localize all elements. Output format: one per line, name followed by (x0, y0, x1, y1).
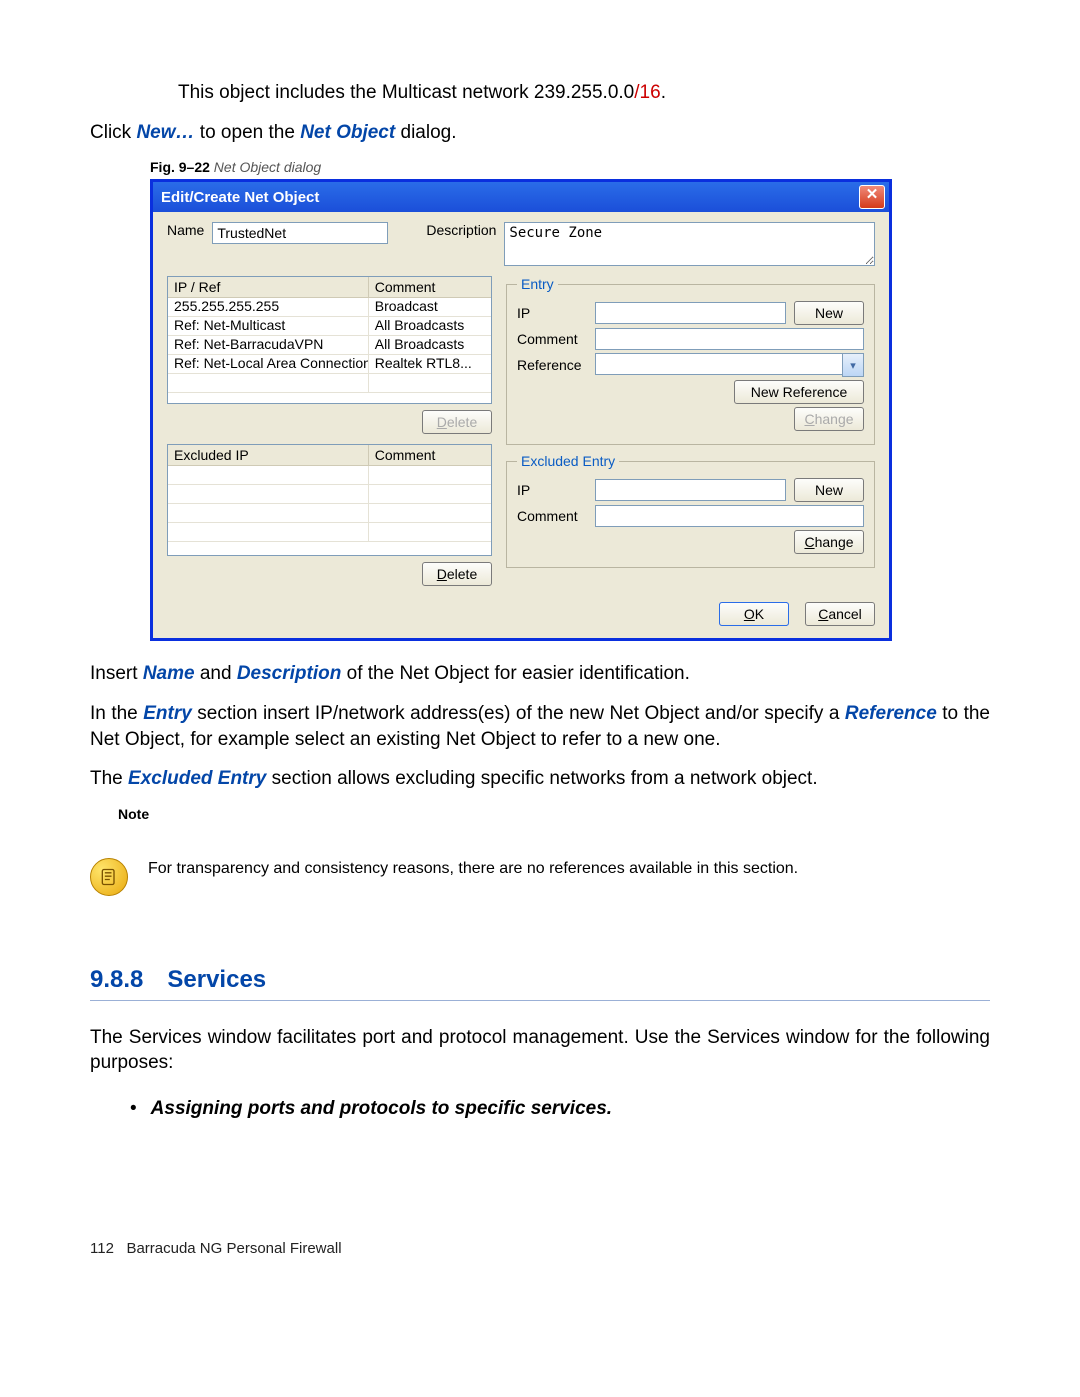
close-icon[interactable]: ✕ (859, 185, 885, 209)
ip-input[interactable] (595, 302, 786, 324)
note-heading: Note (118, 806, 990, 822)
table-row[interactable]: Ref: Net-BarracudaVPN All Broadcasts (168, 336, 491, 355)
ip-label: IP (517, 305, 587, 321)
excluded-entry-fieldset: Excluded Entry IP New Comment Change (506, 453, 875, 568)
section-heading: 9.8.8 Services (90, 966, 990, 1001)
change-button[interactable]: Change (794, 407, 864, 431)
services-intro-para: The Services window facilitates port and… (90, 1025, 990, 1076)
new-button[interactable]: New (794, 478, 864, 502)
excluded-ip-input[interactable] (595, 479, 786, 501)
comment-label: Comment (517, 331, 587, 347)
description-input[interactable]: Secure Zone (504, 222, 875, 266)
bullet-item: • Assigning ports and protocols to speci… (130, 1098, 990, 1120)
table-row[interactable]: Ref: Net-Local Area Connection Realtek R… (168, 355, 491, 374)
insert-name-desc-para: Insert Name and Description of the Net O… (90, 661, 990, 687)
chevron-down-icon[interactable]: ▾ (842, 353, 864, 377)
titlebar: Edit/Create Net Object ✕ (153, 182, 889, 212)
col-comment[interactable]: Comment (369, 277, 491, 297)
table-row[interactable]: Ref: Net-Multicast All Broadcasts (168, 317, 491, 336)
col-excluded-ip[interactable]: Excluded IP (168, 445, 369, 465)
note-block: For transparency and consistency reasons… (90, 858, 990, 896)
footer-title: Barracuda NG Personal Firewall (126, 1240, 341, 1257)
delete-button[interactable]: Delete (422, 562, 492, 586)
comment-input[interactable] (595, 328, 864, 350)
name-label: Name (167, 222, 204, 238)
excluded-legend: Excluded Entry (517, 453, 619, 469)
change-button[interactable]: Change (794, 530, 864, 554)
excluded-ip-table[interactable]: Excluded IP Comment (167, 444, 492, 556)
new-reference-button[interactable]: New Reference (734, 380, 864, 404)
page-number: 112 (90, 1240, 114, 1257)
reference-label: Reference (517, 357, 587, 373)
intro-click-new: Click New… to open the Net Object dialog… (90, 120, 990, 146)
excluded-comment-input[interactable] (595, 505, 864, 527)
reference-combo[interactable]: ▾ (595, 353, 864, 377)
note-icon (90, 858, 128, 896)
description-label: Description (426, 222, 496, 238)
section-number: 9.8.8 (90, 966, 143, 993)
table-row[interactable] (168, 523, 491, 542)
table-row[interactable] (168, 374, 491, 393)
name-input[interactable] (212, 222, 388, 244)
cancel-button[interactable]: Cancel (805, 602, 875, 626)
entry-legend: Entry (517, 276, 558, 292)
ip-ref-table[interactable]: IP / Ref Comment 255.255.255.255 Broadca… (167, 276, 492, 404)
table-row[interactable] (168, 485, 491, 504)
reference-input[interactable] (595, 353, 842, 375)
table-row[interactable] (168, 466, 491, 485)
entry-fieldset: Entry IP New Comment Reference (506, 276, 875, 445)
intro-multicast-line: This object includes the Multicast netwo… (90, 80, 990, 106)
dialog-title: Edit/Create Net Object (161, 189, 859, 206)
ip-label: IP (517, 482, 587, 498)
net-object-dialog: Edit/Create Net Object ✕ Name Descriptio… (150, 179, 892, 641)
delete-button[interactable]: DDeleteelete (422, 410, 492, 434)
comment-label: Comment (517, 508, 587, 524)
bullet-icon: • (130, 1098, 137, 1120)
col-ip-ref[interactable]: IP / Ref (168, 277, 369, 297)
section-title: Services (167, 966, 266, 993)
excluded-entry-para: The Excluded Entry section allows exclud… (90, 766, 990, 792)
new-button[interactable]: New (794, 301, 864, 325)
page-footer: 112 Barracuda NG Personal Firewall (90, 1240, 990, 1257)
figure-caption: Fig. 9–22 Net Object dialog (150, 159, 990, 175)
ok-button[interactable]: OK (719, 602, 789, 626)
table-row[interactable]: 255.255.255.255 Broadcast (168, 298, 491, 317)
col-comment[interactable]: Comment (369, 445, 491, 465)
table-row[interactable] (168, 504, 491, 523)
bullet-text: Assigning ports and protocols to specifi… (151, 1098, 612, 1120)
entry-para: In the Entry section insert IP/network a… (90, 701, 990, 752)
note-text: For transparency and consistency reasons… (148, 858, 798, 880)
